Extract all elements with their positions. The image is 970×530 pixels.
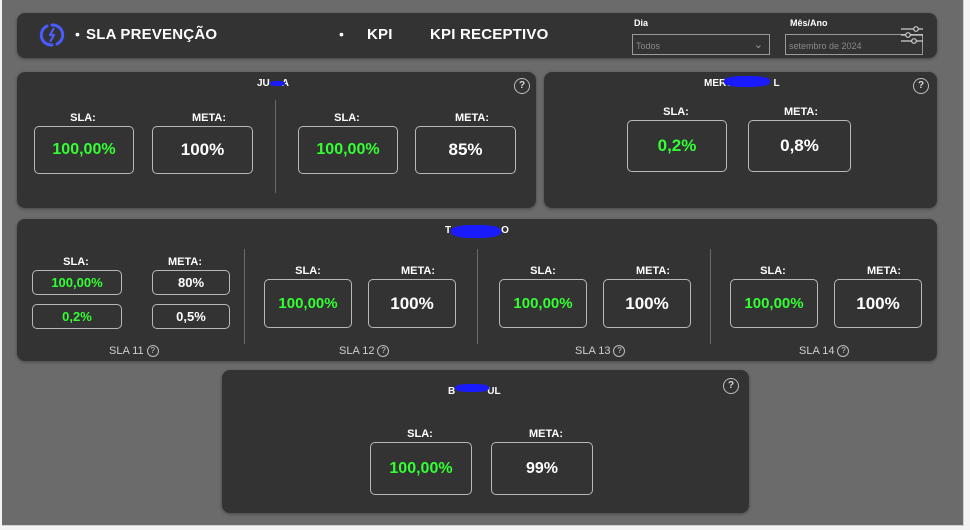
sla-label: SLA: — [530, 265, 556, 277]
sla-value: 100,00% — [370, 442, 472, 495]
sla-label: SLA: — [334, 112, 360, 124]
sla-value: 100,00% — [499, 279, 587, 328]
header-bar: • SLA PREVENÇÃO • KPI KPI RECEPTIVO Dia … — [17, 13, 937, 58]
card-title-end: L — [773, 78, 780, 89]
meta-label: META: — [528, 428, 563, 440]
meta-value: 100% — [368, 279, 456, 328]
card-title-end: UL — [487, 386, 501, 397]
help-icon[interactable]: ? — [913, 78, 929, 94]
help-icon[interactable]: ? — [837, 345, 850, 357]
brand-logo-icon — [39, 23, 65, 47]
sla13-footer: SLA 13? — [575, 345, 626, 357]
dia-dropdown[interactable]: Todos ⌄ — [632, 34, 770, 55]
mesano-filter-label: Mês/Ano — [790, 18, 828, 28]
card-title-end: O — [501, 225, 509, 236]
dia-filter-label: Dia — [634, 18, 649, 28]
help-icon[interactable]: ? — [723, 378, 739, 394]
help-icon[interactable]: ? — [514, 78, 530, 94]
meta-label: META: — [783, 106, 818, 118]
meta-value: 0,5% — [152, 304, 230, 329]
sla-value: 0,2% — [627, 120, 727, 172]
sla-label: SLA: — [295, 265, 321, 277]
dia-dropdown-value: Todos — [636, 41, 661, 51]
meta-value: 80% — [152, 270, 230, 295]
nav-link-kpi[interactable]: KPI — [367, 26, 393, 43]
footer-label: SLA 11 — [109, 345, 144, 357]
sla-label: SLA: — [663, 106, 689, 118]
help-icon[interactable]: ? — [613, 345, 626, 357]
meta-label: META: — [635, 265, 670, 277]
meta-label: META: — [454, 112, 489, 124]
card-title-start: JU — [257, 78, 270, 89]
sla-label: SLA: — [407, 428, 433, 440]
sla-label: SLA: — [760, 265, 786, 277]
sla-value: 0,2% — [32, 304, 122, 329]
sla-value: 100,00% — [298, 126, 398, 174]
sla11-footer: SLA 11? — [109, 345, 159, 357]
meta-value: 100% — [603, 279, 691, 328]
redaction-mark — [724, 76, 770, 87]
bullet: • — [75, 26, 80, 42]
footer-label: SLA 13 — [575, 345, 611, 357]
card-b: B UL ? SLA: 100,00% META: 99% — [222, 370, 749, 513]
report-canvas: • SLA PREVENÇÃO • KPI KPI RECEPTIVO Dia … — [2, 0, 964, 526]
meta-label: META: — [191, 112, 226, 124]
meta-value: 99% — [491, 442, 593, 495]
bullet: • — [339, 26, 344, 42]
redaction-mark — [451, 225, 501, 238]
sliders-icon[interactable] — [900, 25, 924, 45]
meta-value: 0,8% — [748, 120, 851, 172]
meta-value: 85% — [415, 126, 516, 174]
divider — [710, 249, 711, 344]
redaction-mark — [270, 81, 285, 86]
meta-label: META: — [866, 265, 901, 277]
meta-value: 100% — [152, 126, 253, 174]
sla14-footer: SLA 14? — [799, 345, 850, 357]
sla12-footer: SLA 12? — [339, 345, 390, 357]
sla-label: SLA: — [70, 112, 96, 124]
page-title: SLA PREVENÇÃO — [86, 26, 218, 43]
help-icon[interactable]: ? — [377, 345, 390, 357]
sla-label: SLA: — [63, 256, 89, 268]
mesano-dropdown-value: setembro de 2024 — [789, 41, 862, 51]
meta-value: 100% — [834, 279, 922, 328]
footer-label: SLA 14 — [799, 345, 835, 357]
sla-value: 100,00% — [264, 279, 352, 328]
footer-label: SLA 12 — [339, 345, 375, 357]
meta-label: META: — [167, 256, 202, 268]
divider — [275, 100, 276, 193]
divider — [477, 249, 478, 344]
meta-label: META: — [400, 265, 435, 277]
card-merc: MERC L ? SLA: 0,2% META: 0,8% — [544, 72, 937, 208]
sla-value: 100,00% — [34, 126, 134, 174]
chevron-down-icon: ⌄ — [753, 39, 763, 51]
divider — [244, 249, 245, 344]
scrollbar-gutter[interactable] — [964, 0, 970, 530]
help-icon[interactable]: ? — [146, 345, 159, 357]
nav-link-kpi-receptivo[interactable]: KPI RECEPTIVO — [430, 26, 548, 43]
card-t: TO SLA: META: 100,00% 80% 0,2% 0,5% SLA … — [17, 219, 937, 361]
redaction-mark — [455, 384, 489, 392]
sla-value: 100,00% — [32, 270, 122, 295]
sla-value: 100,00% — [730, 279, 818, 328]
card-junta: JU A ? SLA: 100,00% META: 100% SLA: 100,0… — [17, 72, 536, 208]
